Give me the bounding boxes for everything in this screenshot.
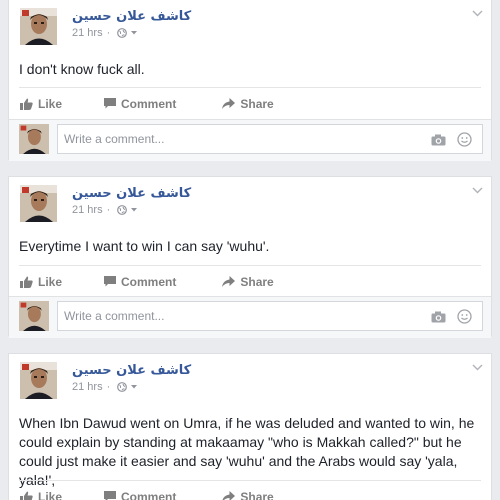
avatar[interactable] [20, 8, 57, 45]
post-actions: Like Comment Share [19, 265, 481, 297]
smiley-icon[interactable] [457, 132, 472, 152]
comment-label: Comment [121, 489, 177, 500]
comment-box [57, 301, 483, 331]
post-timestamp[interactable]: 21 hrs [72, 381, 103, 393]
meta-separator: · [106, 381, 111, 393]
post-text: I don't know fuck all. [19, 61, 145, 77]
author-name[interactable]: كاشف علان حسين [72, 363, 191, 378]
share-button[interactable]: Share [222, 489, 274, 500]
share-icon [222, 276, 236, 287]
like-label: Like [38, 489, 63, 500]
author-name[interactable]: كاشف علان حسين [72, 9, 191, 24]
avatar[interactable] [20, 362, 57, 399]
post-meta: 21 hrs · [72, 27, 138, 39]
avatar-photo [20, 185, 57, 222]
comment-button[interactable]: Comment [104, 275, 176, 289]
comment-composer [9, 119, 491, 161]
like-button[interactable]: Like [20, 275, 62, 289]
share-label: Share [240, 96, 274, 111]
post-meta: 21 hrs · [72, 204, 138, 216]
globe-icon[interactable] [117, 28, 128, 38]
comment-box [57, 124, 483, 154]
share-label: Share [240, 489, 274, 500]
comment-input[interactable] [64, 308, 394, 324]
comment-button[interactable]: Comment [104, 97, 176, 111]
share-button[interactable]: Share [222, 96, 274, 111]
chevron-down-icon[interactable] [471, 362, 483, 372]
author-name[interactable]: كاشف علان حسين [72, 186, 191, 201]
post-header: كاشف علان حسين 21 hrs · [9, 177, 491, 227]
like-label: Like [38, 274, 63, 289]
chevron-down-icon[interactable] [471, 185, 483, 195]
smiley-icon[interactable] [457, 309, 472, 329]
camera-icon[interactable] [431, 133, 446, 151]
post: كاشف علان حسين 21 hrs · Everytime I want… [8, 176, 492, 338]
like-button[interactable]: Like [20, 97, 62, 111]
post-timestamp[interactable]: 21 hrs [72, 27, 103, 39]
globe-icon[interactable] [117, 205, 128, 215]
share-button[interactable]: Share [222, 274, 274, 289]
like-label: Like [38, 96, 63, 111]
camera-icon[interactable] [431, 310, 446, 328]
comment-label: Comment [121, 96, 177, 111]
post-text: Everytime I want to win I can say 'wuhu'… [19, 238, 270, 254]
post-header: كاشف علان حسين 21 hrs · [9, 354, 491, 404]
news-feed: كاشف علان حسين 21 hrs · I don't know fuc… [0, 0, 500, 500]
post-meta: 21 hrs · [72, 381, 138, 393]
caret-down-icon[interactable] [130, 384, 138, 390]
post-text: When Ibn Dawud went on Umra, if he was d… [19, 415, 475, 488]
meta-separator: · [106, 27, 111, 39]
caret-down-icon[interactable] [130, 30, 138, 36]
share-label: Share [240, 274, 274, 289]
comment-input[interactable] [64, 131, 394, 147]
share-icon [222, 98, 236, 109]
like-icon [20, 491, 33, 500]
post: كاشف علان حسين 21 hrs · When Ibn Dawud w… [8, 353, 492, 500]
chevron-down-icon[interactable] [471, 8, 483, 18]
comment-icon [104, 98, 117, 109]
comment-icon [104, 491, 117, 500]
like-icon [20, 98, 33, 110]
comment-composer [9, 296, 491, 338]
post: كاشف علان حسين 21 hrs · I don't know fuc… [8, 0, 492, 161]
like-button[interactable]: Like [20, 490, 62, 500]
comment-label: Comment [121, 274, 177, 289]
avatar-photo [20, 362, 57, 399]
commenter-avatar [19, 124, 49, 154]
post-timestamp[interactable]: 21 hrs [72, 204, 103, 216]
meta-separator: · [106, 204, 111, 216]
comment-button[interactable]: Comment [104, 490, 176, 500]
caret-down-icon[interactable] [130, 207, 138, 213]
avatar-photo [20, 8, 57, 45]
post-actions: Like Comment Share [19, 480, 481, 500]
like-icon [20, 276, 33, 288]
post-header: كاشف علان حسين 21 hrs · [9, 0, 491, 50]
comment-icon [104, 276, 117, 287]
commenter-avatar [19, 301, 49, 331]
globe-icon[interactable] [117, 382, 128, 392]
avatar[interactable] [20, 185, 57, 222]
share-icon [222, 491, 236, 500]
post-actions: Like Comment Share [19, 87, 481, 119]
